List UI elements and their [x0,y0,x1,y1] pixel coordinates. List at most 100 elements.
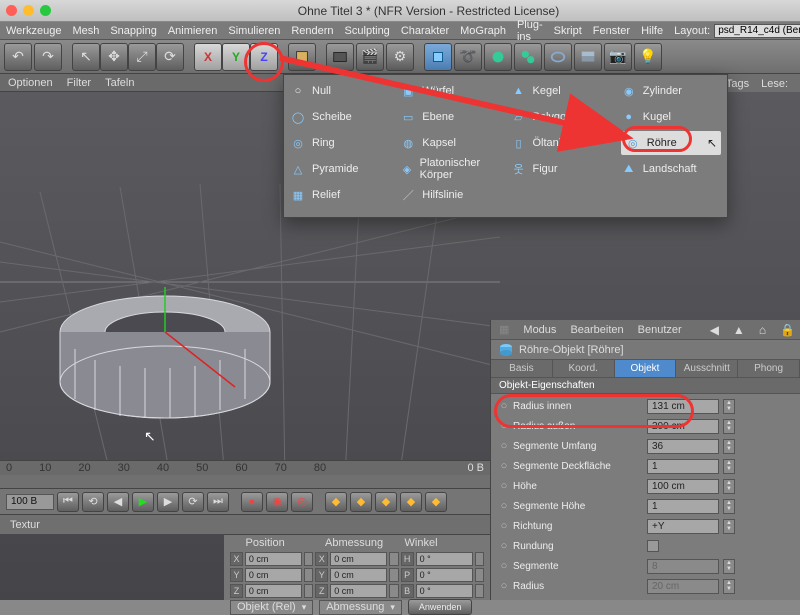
axis-x-button[interactable]: X [194,43,222,71]
primitive-null[interactable]: ○Null [290,79,390,103]
spinner[interactable] [304,552,313,566]
spinner[interactable] [389,568,398,582]
spinner[interactable]: ▲▼ [723,439,735,454]
primitive-polygon[interactable]: ▱Polygon [511,105,611,129]
keysel-button[interactable]: ◎ [291,492,313,512]
spinner[interactable]: ▲▼ [723,459,735,474]
undo-button[interactable]: ↶ [4,43,32,71]
primitive-pyramid[interactable]: △Pyramide [290,157,390,181]
coord-mode-combo[interactable]: Objekt (Rel)▾ [230,600,313,615]
redo-button[interactable]: ↷ [34,43,62,71]
primitive-capsule[interactable]: ◍Kapsel [400,131,500,155]
pos-x-field[interactable]: 0 cm [245,552,302,566]
menu-item[interactable]: Tags [726,78,749,90]
property-value[interactable]: +Y [647,519,719,534]
spinner[interactable]: ▲▼ [723,399,735,414]
menu-item[interactable]: Modus [523,324,556,336]
frame-field[interactable]: 100 B [6,494,54,510]
back-icon[interactable]: ◀ [710,323,719,337]
tab-phong[interactable]: Phong [738,360,800,377]
menu-item[interactable]: Skript [554,25,582,37]
property-value[interactable]: 131 cm [647,399,719,414]
light-button[interactable]: 💡 [634,43,662,71]
menu-item[interactable]: Lese: [761,78,788,90]
menu-item[interactable]: Mesh [72,25,99,37]
tab-ausschnitt[interactable]: Ausschnitt [676,360,738,377]
property-value[interactable]: 100 cm [647,479,719,494]
nurbs-button[interactable] [484,43,512,71]
primitive-guide[interactable]: ／Hilfslinie [400,183,500,207]
menu-item[interactable]: Benutzer [638,324,682,336]
spinner[interactable]: ▲▼ [723,579,735,594]
layout-field[interactable] [714,24,800,38]
dim-mode-combo[interactable]: Abmessung▾ [319,600,402,615]
dim-x-field[interactable]: 0 cm [330,552,387,566]
primitive-oiltank[interactable]: ▯Öltank [511,131,611,155]
primitive-cylinder[interactable]: ◉Zylinder [621,79,721,103]
go-end-button[interactable]: ⏭ [207,492,229,512]
spinner[interactable] [304,568,313,582]
up-icon[interactable]: ▲ [733,323,745,337]
dim-y-field[interactable]: 0 cm [330,568,387,582]
menu-item[interactable]: Charakter [401,25,449,37]
pos-z-field[interactable]: 0 cm [245,584,302,598]
lock-icon[interactable]: 🔒 [780,323,795,337]
property-value[interactable]: 36 [647,439,719,454]
spinner[interactable] [475,568,484,582]
tab-basis[interactable]: Basis [491,360,553,377]
render-pv-button[interactable]: 🎬 [356,43,384,71]
spinner[interactable] [304,584,313,598]
menu-item[interactable]: Simulieren [228,25,280,37]
property-checkbox[interactable] [647,540,659,552]
primitive-plane[interactable]: ▭Ebene [400,105,500,129]
menu-item[interactable]: Snapping [110,25,157,37]
move-button[interactable]: ✥ [100,43,128,71]
spinner[interactable] [475,584,484,598]
render-settings-button[interactable]: ⚙ [386,43,414,71]
menu-item[interactable]: Rendern [291,25,333,37]
prev-key-button[interactable]: ⟲ [82,492,104,512]
primitive-torus[interactable]: ◎Ring [290,131,390,155]
tab-koord[interactable]: Koord. [553,360,615,377]
spinner[interactable]: ▲▼ [723,559,735,574]
environment-button[interactable] [574,43,602,71]
spinner[interactable] [389,552,398,566]
axis-z-button[interactable]: Z [250,43,278,71]
generator-button[interactable] [514,43,542,71]
spline-button[interactable]: ➰ [454,43,482,71]
menu-item[interactable]: Animieren [168,25,218,37]
primitive-landscape[interactable]: ⛰Landschaft [621,157,721,181]
primitive-cube[interactable]: ▣Würfel [400,79,500,103]
ang-h-field[interactable]: 0 ° [416,552,473,566]
menu-item[interactable]: Optionen [8,77,53,89]
menu-item[interactable]: Fenster [593,25,630,37]
primitive-cube-button[interactable] [424,43,452,71]
timeline-ruler[interactable]: 0 10 20 30 40 50 60 70 80 0 B [0,460,490,488]
dim-z-field[interactable]: 0 cm [330,584,387,598]
deformer-button[interactable] [544,43,572,71]
pos-y-field[interactable]: 0 cm [245,568,302,582]
zoom-icon[interactable] [40,5,51,16]
primitive-tube[interactable]: ◎Röhre↖ [621,131,721,155]
next-frame-button[interactable]: ▶ [157,492,179,512]
render-view-button[interactable] [326,43,354,71]
rotate-button[interactable]: ⟳ [156,43,184,71]
property-value[interactable]: 8 [647,559,719,574]
camera-button[interactable]: 📷 [604,43,632,71]
menu-item[interactable]: Plug-ins [517,19,543,43]
primitive-relief[interactable]: ▦Relief [290,183,390,207]
spinner[interactable]: ▲▼ [723,499,735,514]
spinner[interactable] [475,552,484,566]
prev-frame-button[interactable]: ◀ [107,492,129,512]
record-button[interactable]: ● [241,492,263,512]
key-scale-button[interactable]: ◆ [350,492,372,512]
menu-item[interactable]: Hilfe [641,25,663,37]
play-button[interactable]: ▶ [132,492,154,512]
primitive-figure[interactable]: 웃Figur [511,157,611,181]
property-value[interactable]: 1 [647,499,719,514]
property-value[interactable]: 1 [647,459,719,474]
menu-item[interactable]: MoGraph [460,25,506,37]
spinner[interactable]: ▲▼ [723,419,735,434]
apply-button[interactable]: Anwenden [408,599,473,615]
coord-system-button[interactable] [288,43,316,71]
